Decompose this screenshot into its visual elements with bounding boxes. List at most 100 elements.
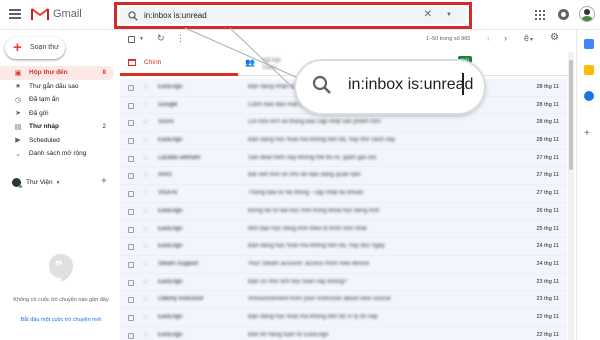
row-checkbox[interactable] xyxy=(128,297,134,304)
row-checkbox[interactable] xyxy=(128,120,134,127)
row-checkbox[interactable] xyxy=(128,261,134,268)
star-icon[interactable]: ☆ xyxy=(142,100,149,109)
inbox-tab-icon xyxy=(128,59,136,66)
brand-name[interactable]: Gmail xyxy=(53,8,82,20)
add-addon-icon[interactable]: + xyxy=(584,128,590,139)
row-checkbox[interactable] xyxy=(128,244,134,251)
select-all-checkbox[interactable] xyxy=(128,36,135,43)
hangouts-user-name: Thư Viện xyxy=(26,179,53,186)
star-icon[interactable]: ☆ xyxy=(142,241,149,250)
scrollbar[interactable] xyxy=(568,52,574,340)
email-row[interactable]: ☆ Lazada vietnam Săn deal hôm nay không th… xyxy=(120,149,567,168)
add-chat-icon[interactable]: + xyxy=(101,176,107,187)
tab-primary[interactable]: Chính xyxy=(120,52,238,76)
sidebar-item-starred[interactable]: ★ Thư gắn dấu sao xyxy=(0,80,114,94)
keep-icon[interactable] xyxy=(584,65,594,75)
email-sender: EasEngo xyxy=(158,243,183,250)
zoomed-search-callout: in:inbox is:unread xyxy=(296,61,484,113)
sidebar-item-scheduled[interactable]: ▶ Scheduled xyxy=(0,134,114,148)
star-icon[interactable]: ☆ xyxy=(142,312,149,321)
row-checkbox[interactable] xyxy=(128,85,134,91)
next-page-icon[interactable]: › xyxy=(504,33,507,43)
row-checkbox[interactable] xyxy=(128,208,134,215)
star-icon[interactable]: ☆ xyxy=(142,206,149,215)
star-icon[interactable]: ☆ xyxy=(142,170,149,179)
star-icon[interactable]: ☆ xyxy=(142,153,149,162)
email-sender: Steam Support xyxy=(158,260,199,267)
email-sender: EasEngo xyxy=(158,313,183,320)
notifications-icon[interactable] xyxy=(558,9,569,20)
sidebar-item-label: Danh sách mở rộng xyxy=(29,150,87,158)
email-row[interactable]: ☆ VIGFAI Thông báo từ hệ thống - cập nhật … xyxy=(120,185,567,203)
email-row[interactable]: ☆ Scoro Lời mời API và thông báo cập nhật … xyxy=(120,114,567,133)
star-icon[interactable]: ☆ xyxy=(142,224,149,233)
email-row[interactable]: ☆ EasEngo Bạn đang học hoài mà không tiến … xyxy=(120,308,567,327)
email-row[interactable]: ☆ EasEngo Đừng bỏ lỡ bài học mới trong khó… xyxy=(120,202,567,221)
row-checkbox[interactable] xyxy=(128,155,134,162)
search-highlight-frame: in:inbox is:unread ✕ ▼ xyxy=(114,2,472,29)
sidebar-nav: ▣ Hộp thư đến 8 ★ Thư gắn dấu sao ◷ Đã t… xyxy=(0,66,116,161)
more-options-icon[interactable]: ⋮ xyxy=(176,33,185,44)
search-bar[interactable]: in:inbox is:unread ✕ ▼ xyxy=(120,7,466,24)
email-row[interactable]: ☆ EasEngo Bạn đang học hoài mà không tiến … xyxy=(120,132,567,150)
search-input[interactable]: in:inbox is:unread xyxy=(144,11,207,20)
row-checkbox[interactable] xyxy=(128,314,134,321)
star-icon[interactable]: ☆ xyxy=(142,277,149,286)
sidebar-item-inbox[interactable]: ▣ Hộp thư đến 8 xyxy=(0,66,114,80)
sidebar-item-snoozed[interactable]: ◷ Đã tạm ẩn xyxy=(0,93,114,107)
row-checkbox[interactable] xyxy=(128,138,134,145)
clear-search-icon[interactable]: ✕ xyxy=(424,9,432,20)
sidebar-item-drafts[interactable]: ▤ Thư nháp 2 xyxy=(0,120,114,134)
email-row[interactable]: ☆ EasEngo Mời bạn học tiếng Anh theo lộ tr… xyxy=(120,220,567,239)
star-icon[interactable]: ☆ xyxy=(142,188,149,197)
email-row[interactable]: ☆ Steam Support Your Steam account: access… xyxy=(120,255,567,274)
apps-grid-icon[interactable] xyxy=(535,10,545,20)
email-snippet: Lời mời API và thông báo cập nhật sản ph… xyxy=(248,119,381,126)
email-sender: EasEngo xyxy=(158,137,183,144)
hamburger-menu-icon[interactable] xyxy=(9,9,21,19)
row-checkbox[interactable] xyxy=(128,173,134,180)
account-avatar[interactable] xyxy=(579,6,595,22)
row-checkbox[interactable] xyxy=(128,226,134,233)
gmail-logo-icon[interactable] xyxy=(31,7,49,21)
star-icon[interactable]: ☆ xyxy=(142,259,149,268)
scrollbar-thumb[interactable] xyxy=(569,60,573,170)
search-icon xyxy=(312,75,331,94)
email-row[interactable]: ☆ EasEngo Bạn đang học hoài mà không tiến … xyxy=(120,238,567,256)
email-row[interactable]: ☆ EasEngo Bản tin hàng tuần từ EasEngo 22 t… xyxy=(120,326,567,340)
star-icon[interactable]: ☆ xyxy=(142,330,149,339)
star-icon[interactable]: ☆ xyxy=(142,294,149,303)
settings-gear-icon[interactable]: ⚙ xyxy=(550,32,559,43)
star-icon[interactable]: ☆ xyxy=(142,117,149,126)
email-snippet: Săn deal hôm nay không thể bỏ lỡ, giảm g… xyxy=(248,154,377,161)
email-sender: Google xyxy=(158,101,178,108)
sidebar-item-sent[interactable]: ➤ Đã gửi xyxy=(0,107,114,121)
hangouts-user[interactable]: Thư Viện ▼ xyxy=(12,178,61,188)
email-sender: EasEngo xyxy=(158,331,183,338)
select-options-icon[interactable]: ▼ xyxy=(139,36,144,42)
star-icon[interactable]: ☆ xyxy=(142,82,149,91)
email-row[interactable]: ☆ EasEngo Bạn có nhớ lịch học tuần này khô… xyxy=(120,273,567,292)
refresh-icon[interactable]: ↻ xyxy=(157,33,165,44)
row-checkbox[interactable] xyxy=(128,191,134,198)
star-icon[interactable]: ☆ xyxy=(142,135,149,144)
sidebar-item-more[interactable]: ⌄ Danh sách mở rộng xyxy=(0,147,114,161)
prev-page-icon[interactable]: ‹ xyxy=(487,33,490,43)
input-tools-button[interactable]: ê▼ xyxy=(524,33,534,43)
tasks-icon[interactable] xyxy=(584,91,594,101)
email-sender: EasEngo xyxy=(158,278,183,285)
email-row[interactable]: ☆ AHIS Bài viết mới về chủ đề bạn đang qua… xyxy=(120,167,567,186)
row-checkbox[interactable] xyxy=(128,332,134,339)
email-date: 24 thg 11 xyxy=(536,260,559,267)
compose-button[interactable]: + Soạn thư xyxy=(5,37,65,59)
row-checkbox[interactable] xyxy=(128,102,134,109)
sidebar-item-label: Đã tạm ẩn xyxy=(29,96,59,104)
search-options-icon[interactable]: ▼ xyxy=(446,12,452,18)
sidebar-item-label: Hộp thư đến xyxy=(29,69,68,77)
calendar-icon[interactable] xyxy=(584,39,594,49)
start-chat-link[interactable]: Bắt đầu một cuộc trò chuyện mới xyxy=(8,317,114,323)
label-icon: ▶ xyxy=(15,137,21,145)
row-checkbox[interactable] xyxy=(128,279,134,286)
search-icon[interactable] xyxy=(128,11,138,21)
email-row[interactable]: ☆ Udemy Instructor Announcement from your … xyxy=(120,291,567,309)
